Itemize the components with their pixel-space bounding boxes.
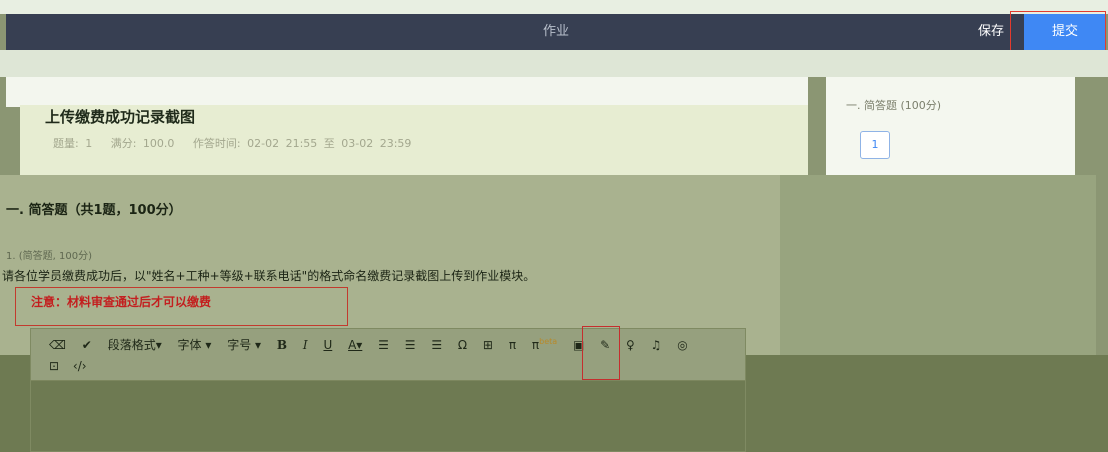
font-color-button[interactable]: A▾ bbox=[348, 338, 362, 352]
question-count: 题量: 1 bbox=[53, 137, 93, 150]
homework-card bbox=[6, 77, 808, 107]
answer-time: 作答时间: 02-02 21:55 至 03-02 23:59 bbox=[192, 137, 412, 150]
question-nav-button[interactable]: 1 bbox=[860, 131, 890, 159]
camera-icon[interactable]: ◎ bbox=[677, 338, 687, 352]
font-size-dropdown[interactable]: 字号 ▾ bbox=[227, 336, 261, 353]
question-nav-card: 一. 简答题 (100分) 1 bbox=[826, 77, 1075, 177]
homework-meta: 题量: 1 满分: 100.0 作答时间: 02-02 21:55 至 03-0… bbox=[53, 135, 423, 151]
format-brush-icon[interactable]: ✔ bbox=[82, 338, 92, 352]
align-center-icon[interactable]: ☰ bbox=[405, 338, 416, 352]
music-icon[interactable]: ♫ bbox=[651, 338, 662, 352]
italic-button[interactable]: I bbox=[303, 338, 308, 352]
question-meta: 1. (简答题, 100分) bbox=[6, 251, 92, 262]
editor-body[interactable] bbox=[31, 381, 745, 451]
right-edge bbox=[1096, 175, 1108, 355]
editor-toolbar: ⌫ ✔ 段落格式▾ 字体 ▾ 字号 ▾ B I U A▾ ☰ ☰ ☰ Ω ⊞ π… bbox=[31, 329, 745, 381]
answer-editor[interactable]: ⌫ ✔ 段落格式▾ 字体 ▾ 字号 ▾ B I U A▾ ☰ ☰ ☰ Ω ⊞ π… bbox=[30, 328, 746, 452]
homework-header: 上传缴费成功记录截图 题量: 1 满分: 100.0 作答时间: 02-02 2… bbox=[20, 105, 808, 175]
nav-section-label: 一. 简答题 (100分) bbox=[846, 99, 942, 112]
font-dropdown[interactable]: 字体 ▾ bbox=[178, 336, 212, 353]
align-right-icon[interactable]: ☰ bbox=[431, 338, 442, 352]
page-band bbox=[0, 50, 1108, 77]
pi-icon[interactable]: π bbox=[509, 338, 516, 352]
bold-button[interactable]: B bbox=[277, 338, 287, 352]
beta-label: beta bbox=[539, 337, 558, 346]
eraser-icon[interactable]: ⌫ bbox=[49, 338, 66, 352]
homework-title: 上传缴费成功记录截图 bbox=[45, 108, 196, 126]
note-highlight-box: 注意：材料审查通过后才可以缴费 bbox=[15, 287, 348, 326]
omega-icon[interactable]: Ω bbox=[458, 338, 467, 352]
top-navbar: 作业 保存 提交 bbox=[6, 14, 1106, 50]
underline-button[interactable]: U bbox=[323, 338, 332, 352]
note-text: 注意：材料审查通过后才可以缴费 bbox=[31, 295, 212, 309]
mic-icon[interactable]: ♀ bbox=[626, 338, 635, 352]
page-title: 作业 bbox=[542, 24, 569, 39]
image-highlight-box bbox=[582, 326, 620, 380]
box-icon[interactable]: ⊡ bbox=[49, 359, 59, 373]
full-score: 满分: 100.0 bbox=[110, 137, 175, 150]
paragraph-format-dropdown[interactable]: 段落格式▾ bbox=[108, 336, 162, 353]
pi-beta-icon[interactable]: πbeta bbox=[532, 337, 557, 352]
top-strip bbox=[0, 0, 1108, 14]
table-icon[interactable]: ⊞ bbox=[483, 338, 493, 352]
right-shade bbox=[780, 175, 1100, 355]
code-icon[interactable]: ‹/› bbox=[73, 359, 87, 373]
align-left-icon[interactable]: ☰ bbox=[378, 338, 389, 352]
question-text: 请各位学员缴费成功后，以"姓名+工种+等级+联系电话"的格式命名缴费记录截图上传… bbox=[2, 269, 536, 283]
section-title: 一. 简答题（共1题，100分） bbox=[6, 203, 182, 218]
